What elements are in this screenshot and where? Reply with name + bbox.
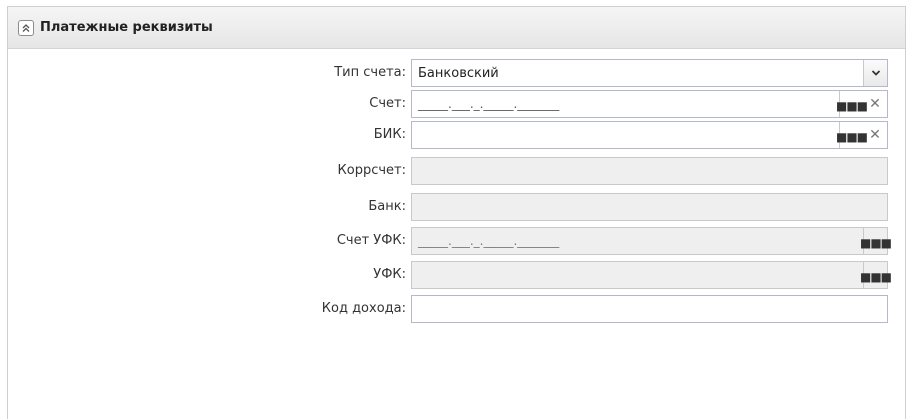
ellipsis-icon[interactable]: ■■■ [836,91,868,117]
bank-field [411,193,888,221]
row-ufk-account: Счет УФК: _____.___._._____._______ ■■■ [8,226,905,256]
ufk-label: УФК: [373,267,406,282]
corr-account-field [411,157,888,185]
bank-label: Банк: [368,199,406,214]
account-label: Счет: [369,96,406,111]
income-code-label: Код дохода: [321,301,406,316]
row-ufk: УФК: ■■■ [8,260,905,290]
double-chevron-up-icon[interactable] [18,19,34,36]
account-type-label: Тип счета: [334,65,406,80]
account-mask: _____.___._._____._______ [418,97,560,111]
chevron-down-icon[interactable] [863,60,887,86]
row-income-code: Код дохода: [8,294,905,324]
row-account-type: Тип счета: Банковский [8,58,905,88]
ufk-account-field: _____.___._._____._______ ■■■ [411,227,892,255]
panel-header: Платежные реквизиты [8,7,905,49]
ufk-account-mask: _____.___._._____._______ [418,234,560,248]
ufk-field: ■■■ [411,261,892,289]
panel-title: Платежные реквизиты [40,20,213,35]
income-code-input[interactable] [411,295,888,323]
ellipsis-icon[interactable]: ■■■ [860,262,892,288]
row-bik: БИК: ■■■ ✕ [8,120,905,150]
row-bank: Банк: [8,192,905,222]
row-account: Счет: _____.___._._____._______ ■■■ ✕ [8,89,905,119]
account-type-value: Банковский [418,65,499,81]
ufk-account-label: Счет УФК: [336,233,406,248]
close-icon[interactable]: ✕ [863,122,887,148]
bik-input[interactable]: ■■■ ✕ [411,121,888,149]
ellipsis-icon[interactable]: ■■■ [836,122,868,148]
row-corr-account: Коррсчет: [8,156,905,186]
account-input[interactable]: _____.___._._____._______ ■■■ ✕ [411,90,888,118]
account-type-select[interactable]: Банковский [411,59,888,87]
payment-details-panel: Платежные реквизиты Тип счета: Банковски… [7,6,906,419]
corr-account-label: Коррсчет: [337,163,406,178]
ellipsis-icon[interactable]: ■■■ [860,228,892,254]
close-icon[interactable]: ✕ [863,91,887,117]
bik-label: БИК: [373,127,406,142]
